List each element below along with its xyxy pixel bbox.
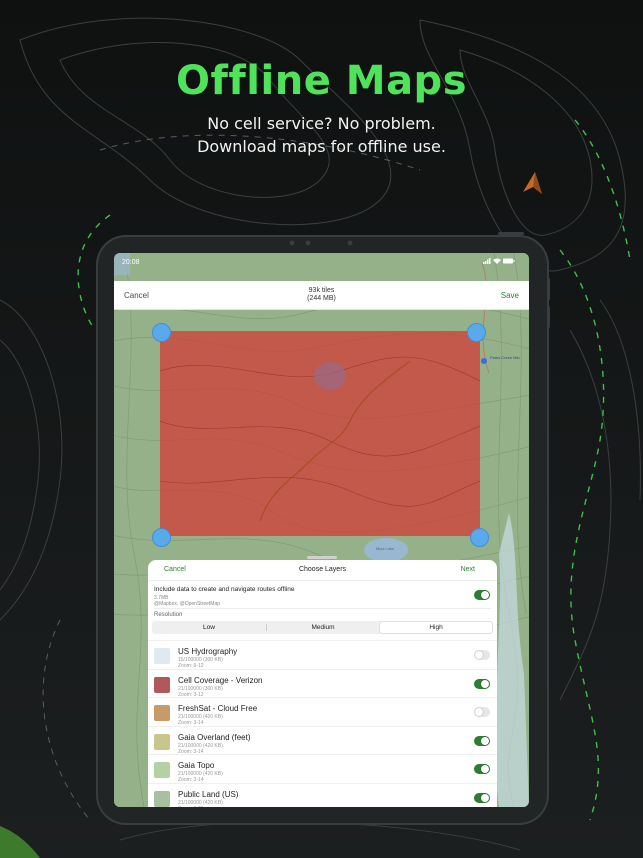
layer-zoom: Zoom: 0-21 <box>178 806 204 808</box>
download-area-selection[interactable] <box>159 331 481 536</box>
tiles-info: 93k tiles (244 MB) <box>114 287 529 303</box>
resolution-label: Resolution <box>154 612 183 618</box>
layer-row[interactable]: US Hydrography 15/100000 (300 KB) Zoom: 6-… <box>148 640 497 669</box>
route-data-row: Include data to create and navigate rout… <box>154 584 491 609</box>
layer-name: US Hydrography <box>178 647 238 656</box>
selection-handle-top-left[interactable] <box>152 323 171 342</box>
resolution-low[interactable]: Low <box>153 622 265 633</box>
sheet-title: Choose Layers <box>298 566 347 573</box>
selection-handle-bottom-right[interactable] <box>470 528 489 547</box>
layer-row[interactable]: Gaia Overland (feet) 21/100000 (420 KB) Zo… <box>148 725 497 755</box>
layer-toggle[interactable] <box>474 678 490 689</box>
resolution-high[interactable]: High <box>380 622 492 633</box>
layer-row[interactable]: FreshSat - Cloud Free 21/100000 (420 KB) Z… <box>148 697 497 726</box>
resolution-medium[interactable]: Medium <box>267 622 379 633</box>
camera-icon <box>289 240 353 246</box>
tiles-count: 93k tiles <box>308 287 335 294</box>
hydro-thumb <box>154 648 170 664</box>
wifi-icon <box>493 258 502 264</box>
promo-subtitle-line2: Download maps for offline use. <box>197 137 446 156</box>
layer-toggle[interactable] <box>474 650 490 660</box>
download-top-bar: Cancel 93k tiles (244 MB) Save <box>114 281 529 310</box>
sheet-grabber[interactable] <box>307 556 337 559</box>
resolution-segmented-control: Low Medium High <box>152 621 493 634</box>
route-data-toggle[interactable] <box>474 590 490 600</box>
public-land-thumb <box>154 790 170 807</box>
lake-label: Mica Lake <box>376 546 395 551</box>
trail-overlay <box>159 356 481 522</box>
layer-row[interactable]: Gaia Topo 21/100000 (420 KB) Zoom: 3-14 <box>148 754 497 783</box>
layer-row[interactable]: Public Land (US)21/100000 (420 KB)Zoom: … <box>148 782 497 808</box>
tablet-side-button <box>547 278 550 300</box>
overland-thumb <box>154 733 170 750</box>
promo-title: Offline Maps <box>176 58 467 104</box>
map-marker-icon[interactable] <box>481 358 487 364</box>
tiles-size: (244 MB) <box>307 295 336 302</box>
sheet-header: Cancel Choose Layers Next <box>148 560 497 581</box>
layer-name: Cell Coverage - Verizon <box>178 675 263 685</box>
layer-name: Public Land (US) <box>178 789 239 799</box>
choose-layers-sheet: Cancel Choose Layers Next Include data t… <box>148 556 497 808</box>
sheet-next-button[interactable]: Next <box>461 566 475 573</box>
selection-handle-bottom-left[interactable] <box>152 528 171 547</box>
satellite-thumb <box>154 705 170 721</box>
peak-label: Parks Creek Mtn <box>490 355 520 360</box>
route-data-credit: @Mapbox, @OpenStreetMap <box>154 601 221 607</box>
selection-handle-top-right[interactable] <box>467 323 486 342</box>
status-icons <box>483 258 515 266</box>
layer-toggle[interactable] <box>474 764 490 774</box>
tablet-top-button <box>498 232 524 235</box>
layer-name: FreshSat - Cloud Free <box>178 704 258 713</box>
status-time: 20:08 <box>122 259 140 266</box>
route-data-label: Include data to create and navigate rout… <box>154 586 295 593</box>
location-arrow-icon <box>523 172 542 194</box>
topo-thumb <box>154 762 170 778</box>
signal-icon <box>483 258 491 264</box>
layer-row[interactable]: Cell Coverage - Verizon 21/100000 (300 KB… <box>148 668 497 698</box>
layer-name: Gaia Topo <box>178 761 215 770</box>
save-button[interactable]: Save <box>501 291 519 300</box>
layer-name: Gaia Overland (feet) <box>178 732 251 742</box>
coverage-thumb <box>154 676 170 693</box>
status-bar: 20:08 <box>114 253 529 279</box>
layer-toggle[interactable] <box>474 707 490 717</box>
promo-subtitle-line1: No cell service? No problem. <box>207 114 436 133</box>
battery-icon <box>503 258 515 264</box>
layer-toggle[interactable] <box>474 792 490 803</box>
tablet-side-button <box>547 306 550 328</box>
layer-toggle[interactable] <box>474 735 490 746</box>
tablet-screen: Mica Lake Parks Creek Mtn 20:08 Cancel 9… <box>114 253 529 807</box>
